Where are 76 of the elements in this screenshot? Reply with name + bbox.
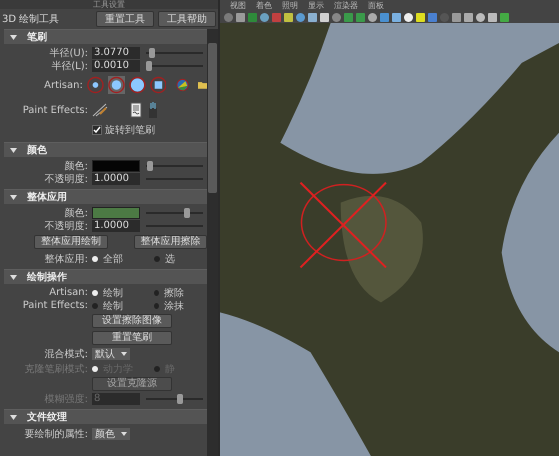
menu-item[interactable]: 着色 (256, 0, 272, 11)
menu-item[interactable]: 视图 (230, 0, 246, 11)
apply-button[interactable]: 整体应用绘制 (34, 235, 108, 249)
dropdown[interactable]: 颜色 (92, 428, 130, 440)
dropdown[interactable]: 默认 (92, 348, 130, 360)
window-title: 工具设置 (0, 0, 218, 9)
field-label: 整体应用: (44, 252, 89, 266)
number-field[interactable]: 0.0010 (92, 60, 140, 72)
action-button[interactable]: 重置笔刷 (92, 330, 172, 344)
section-header[interactable]: 笔刷 (4, 29, 207, 44)
color-swatch[interactable] (92, 206, 140, 218)
number-field[interactable]: 3.0770 (92, 46, 140, 58)
radio-label: 绘制 (103, 286, 123, 300)
collapse-triangle-icon[interactable] (10, 414, 17, 420)
radio-label: 全部 (103, 252, 123, 266)
apply-button[interactable]: 整体应用擦除 (134, 235, 207, 249)
section-header[interactable]: 绘制操作 (4, 269, 207, 284)
menu-item[interactable]: 面板 (368, 0, 384, 11)
folder-icon[interactable] (198, 81, 207, 89)
menu-item[interactable]: 照明 (282, 0, 298, 11)
document-icon[interactable] (130, 102, 142, 118)
radio-button[interactable] (154, 256, 160, 262)
field-label: 要绘制的属性: (24, 428, 89, 441)
section-header[interactable]: 文件纹理 (4, 409, 207, 424)
checkbox[interactable] (92, 125, 102, 135)
collapse-triangle-icon[interactable] (10, 274, 17, 280)
radio-label: 绘制 (103, 300, 123, 312)
round-brush-icon[interactable] (108, 76, 125, 94)
slider-thumb[interactable] (184, 208, 190, 218)
field-label: Paint Effects: (22, 104, 89, 116)
radio-label: 擦除 (164, 286, 184, 300)
header-button[interactable]: 工具帮助 (158, 11, 216, 27)
radio-button[interactable] (92, 256, 98, 262)
slider-thumb[interactable] (146, 60, 152, 70)
radio-label: 选 (165, 252, 175, 266)
field-label: 颜色: (64, 160, 89, 172)
slider-thumb[interactable] (147, 160, 154, 170)
slider-thumb[interactable] (148, 48, 155, 58)
radio-label: 涂抹 (164, 300, 184, 312)
field-label: Paint Effects: (22, 300, 89, 311)
checkbox-label: 旋转到笔刷 (105, 124, 155, 137)
collapse-triangle-icon[interactable] (10, 194, 17, 200)
round-brush-icon[interactable] (128, 76, 146, 94)
radio-button[interactable] (92, 302, 98, 308)
caret-icon (121, 352, 127, 356)
section-header[interactable]: 颜色 (4, 142, 207, 157)
brush-strokes-icon[interactable] (92, 103, 108, 117)
radio-button[interactable] (154, 290, 159, 296)
field-label: 混合模式: (44, 348, 89, 361)
action-button[interactable]: 设置擦除图像 (92, 314, 172, 328)
radio-button[interactable] (92, 290, 98, 296)
3d-viewport[interactable] (220, 23, 559, 456)
collapse-triangle-icon[interactable] (10, 148, 17, 152)
field-label: 半径(U): (48, 46, 89, 60)
section-header[interactable]: 整体应用 (4, 189, 207, 204)
field-label: 颜色: (64, 206, 89, 220)
field-label: 不透明度: (44, 172, 89, 186)
color-swatch[interactable] (92, 160, 140, 172)
radio-button[interactable] (154, 302, 159, 308)
scrollbar[interactable] (207, 29, 218, 456)
tool-name: 3D 绘制工具 (2, 12, 60, 26)
field-label: 半径(L): (50, 60, 89, 72)
paint-bucket-icon[interactable] (148, 102, 158, 118)
number-field[interactable]: 1.0000 (92, 220, 140, 232)
menu-item[interactable]: 渲染器 (334, 0, 358, 11)
menu-item[interactable]: 显示 (308, 0, 324, 11)
round-brush-icon[interactable] (86, 76, 104, 94)
collapse-triangle-icon[interactable] (10, 34, 17, 40)
header-button[interactable]: 重置工具 (96, 11, 154, 27)
field-label: Artisan: (48, 287, 89, 298)
number-field[interactable]: 1.0000 (92, 172, 140, 184)
caret-icon (121, 432, 127, 436)
field-label: 不透明度: (44, 220, 89, 232)
square-brush-icon[interactable] (150, 76, 166, 94)
field-label: Artisan: (43, 80, 84, 90)
color-wheel-icon[interactable] (176, 78, 190, 92)
